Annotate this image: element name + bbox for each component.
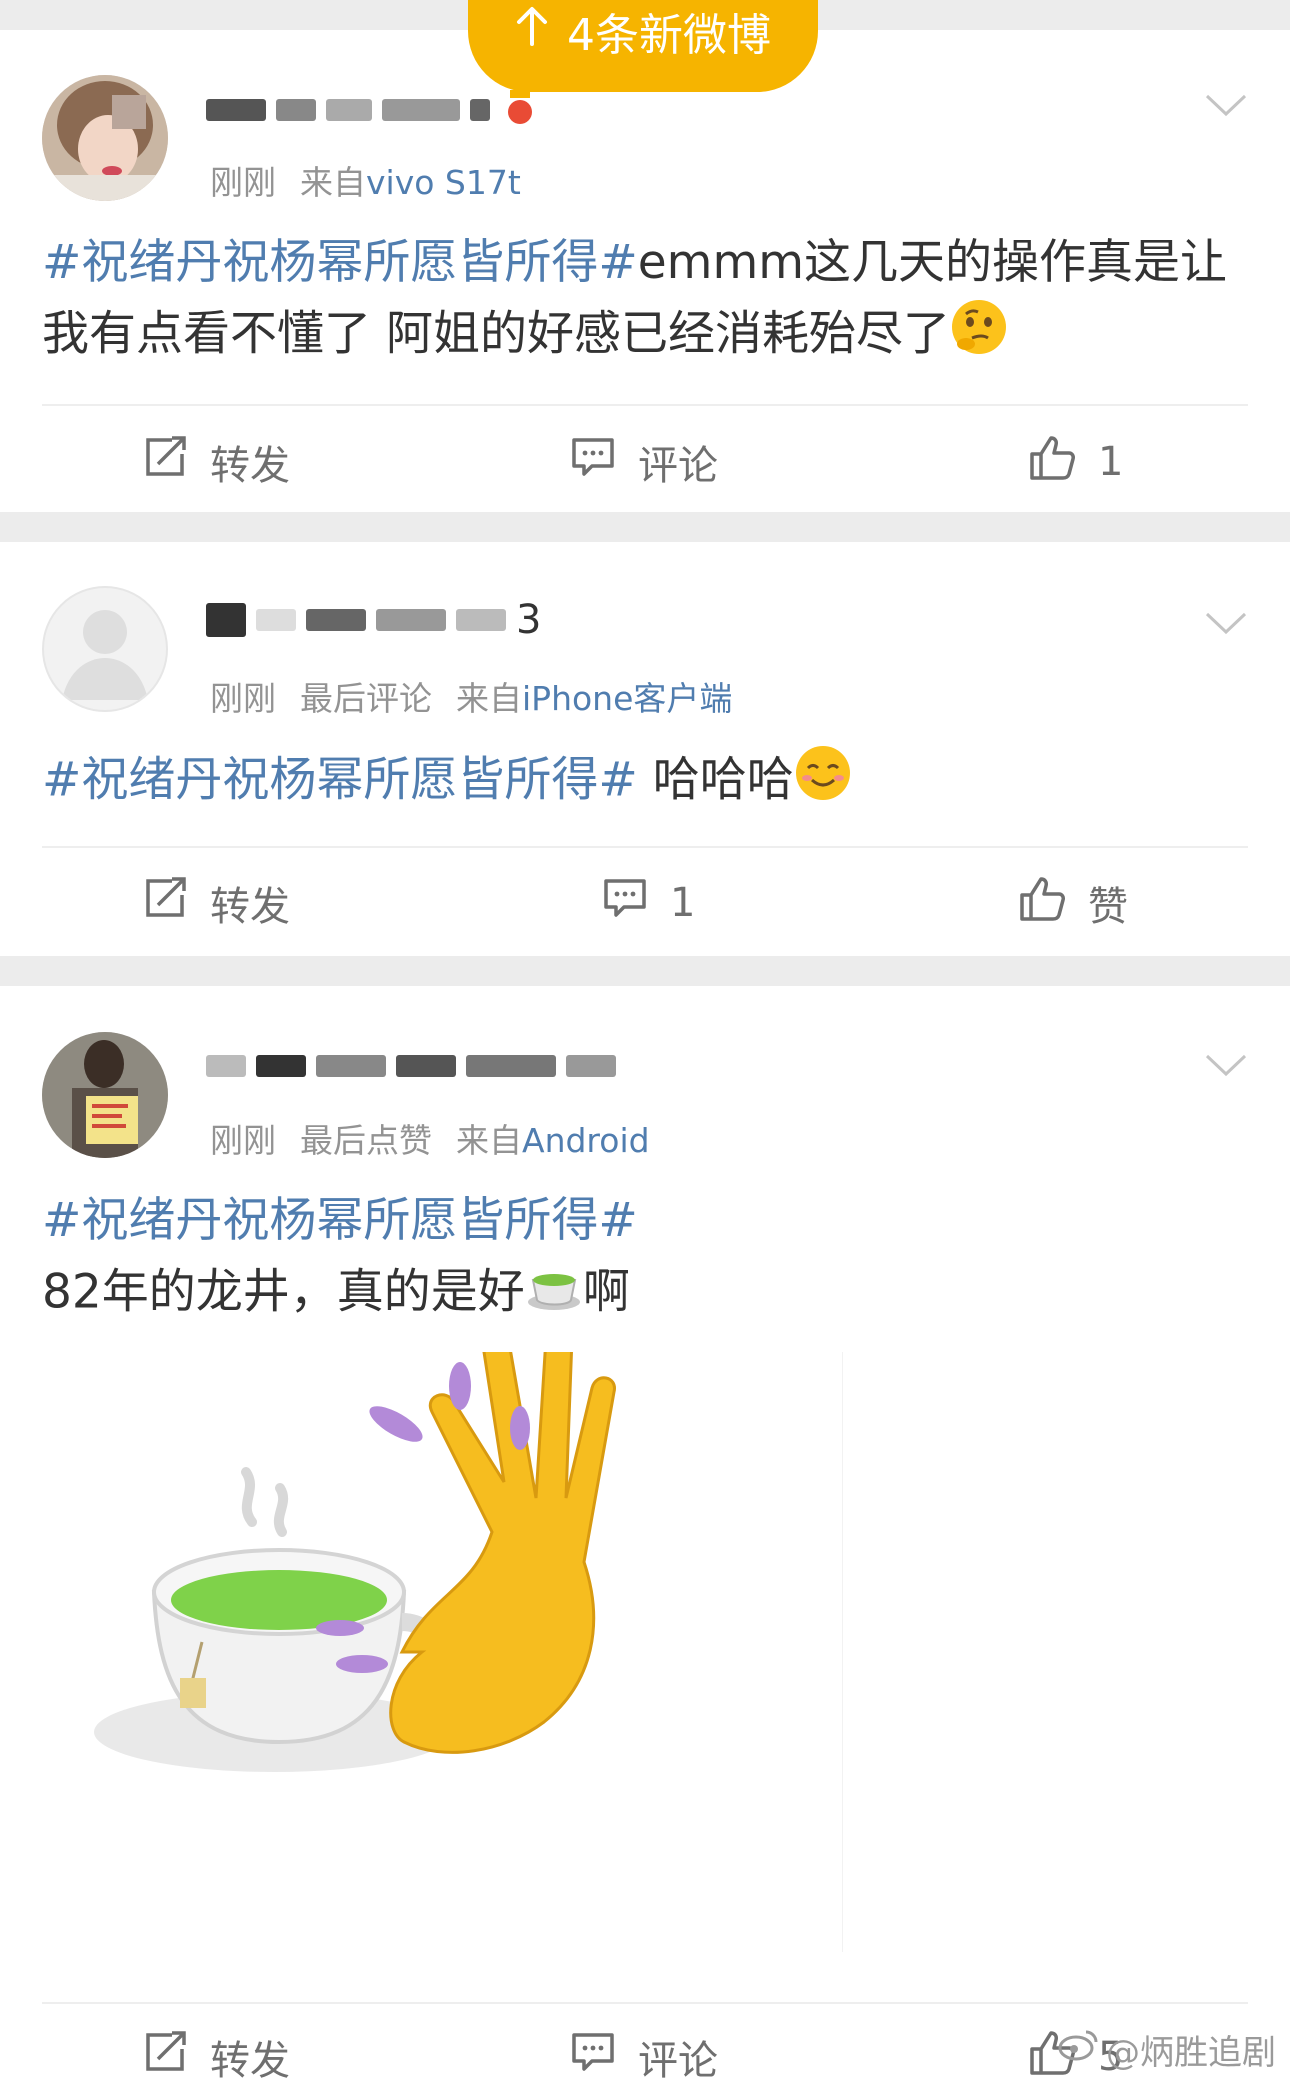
post-card: 刚刚 最后点赞 来自Android #祝绪丹祝杨幂所愿皆所得# 82年的龙井，真… — [0, 986, 1290, 2084]
repost-icon — [142, 436, 188, 488]
post-meta: 刚刚 最后评论 来自iPhone客户端 — [210, 672, 732, 720]
post-source[interactable]: iPhone客户端 — [522, 679, 732, 718]
repost-button[interactable]: 转发 — [142, 868, 290, 938]
post-source-prefix: 来自 — [456, 679, 522, 718]
repost-label: 转发 — [210, 884, 290, 930]
action-bar: 转发 评论 1 — [0, 427, 1290, 497]
new-posts-banner[interactable]: 4条新微博 — [468, 0, 818, 92]
repost-icon — [142, 2031, 188, 2083]
post-source-prefix: 来自 — [300, 163, 366, 202]
smiling-face-emoji-icon — [794, 744, 852, 822]
repost-label: 转发 — [210, 2038, 290, 2084]
action-bar: 转发 1 赞 — [0, 868, 1290, 938]
username-obscured[interactable] — [206, 90, 540, 130]
post-text: #祝绪丹祝杨幂所愿皆所得# 哈哈哈 — [42, 744, 1252, 822]
post-card: 3 刚刚 最后评论 来自iPhone客户端 #祝绪丹祝杨幂所愿皆所得# 哈哈哈 … — [0, 542, 1290, 956]
comment-label: 评论 — [638, 2038, 718, 2084]
comment-button[interactable]: 评论 — [570, 427, 718, 497]
comment-label: 评论 — [638, 443, 718, 489]
arrow-up-icon — [515, 6, 549, 57]
avatar[interactable] — [42, 1032, 168, 1158]
post-body-end: 啊 — [582, 1264, 630, 1320]
comment-icon — [570, 2031, 616, 2083]
topic-link[interactable]: #祝绪丹祝杨幂所愿皆所得# — [42, 753, 638, 808]
like-button[interactable]: 1 — [1028, 427, 1123, 497]
watermark-text: @炳胜追剧 — [1106, 2033, 1276, 2073]
divider — [42, 2002, 1248, 2004]
chevron-down-icon[interactable] — [1204, 610, 1248, 638]
post-time: 刚刚 — [210, 679, 276, 718]
post-time: 刚刚 — [210, 1121, 276, 1160]
post-activity: 最后评论 — [300, 679, 432, 718]
post-body: 82年的龙井，真的是好 — [42, 1264, 525, 1320]
post-source[interactable]: vivo S17t — [366, 163, 521, 202]
post-body: 哈哈哈 — [637, 752, 794, 808]
thumbs-up-icon — [1028, 434, 1076, 490]
comment-count: 1 — [670, 880, 696, 926]
post-text: #祝绪丹祝杨幂所愿皆所得#emmm这几天的操作真是让我有点看不懂了 阿姐的好感已… — [42, 228, 1252, 376]
like-count: 1 — [1098, 439, 1124, 485]
post-meta: 刚刚 最后点赞 来自Android — [210, 1114, 650, 1162]
like-label: 赞 — [1088, 884, 1128, 930]
new-posts-label: 4条新微博 — [567, 10, 771, 61]
thinking-face-emoji-icon — [950, 298, 1008, 376]
avatar[interactable] — [42, 75, 168, 201]
username-obscured[interactable]: 3 — [206, 597, 542, 643]
comment-button[interactable]: 1 — [602, 868, 695, 938]
chevron-down-icon[interactable] — [1204, 1052, 1248, 1080]
default-avatar-icon[interactable] — [42, 586, 168, 712]
post-separator — [0, 956, 1290, 986]
post-source[interactable]: Android — [522, 1121, 650, 1160]
chevron-down-icon[interactable] — [1204, 92, 1248, 120]
repost-button[interactable]: 转发 — [142, 427, 290, 497]
comment-icon — [570, 436, 616, 488]
post-text: #祝绪丹祝杨幂所愿皆所得# 82年的龙井，真的是好 啊 — [42, 1186, 1252, 1334]
post-image[interactable] — [42, 1323, 843, 1952]
thumbs-up-icon — [1018, 875, 1066, 931]
username-obscured[interactable] — [206, 1046, 616, 1086]
post-time: 刚刚 — [210, 163, 276, 202]
weibo-logo-icon — [1058, 2028, 1098, 2071]
repost-label: 转发 — [210, 443, 290, 489]
comment-icon — [602, 877, 648, 929]
post-separator — [0, 512, 1290, 542]
repost-icon — [142, 877, 188, 929]
vip-badge-icon — [500, 88, 540, 132]
divider — [42, 404, 1248, 406]
post-activity: 最后点赞 — [300, 1121, 432, 1160]
topic-link[interactable]: #祝绪丹祝杨幂所愿皆所得# — [42, 235, 638, 290]
post-source-prefix: 来自 — [456, 1121, 522, 1160]
like-button[interactable]: 赞 — [1018, 868, 1128, 938]
repost-button[interactable]: 转发 — [142, 2022, 290, 2092]
tea-hand-illustration — [94, 1323, 616, 1772]
divider — [42, 846, 1248, 848]
weibo-watermark: @炳胜追剧 — [1058, 2025, 1276, 2074]
username-visible-part: 3 — [516, 597, 542, 643]
post-meta: 刚刚 来自vivo S17t — [210, 156, 521, 204]
tea-cup-emoji-icon — [525, 1256, 583, 1334]
post-card: 刚刚 来自vivo S17t #祝绪丹祝杨幂所愿皆所得#emmm这几天的操作真是… — [0, 30, 1290, 512]
topic-link[interactable]: #祝绪丹祝杨幂所愿皆所得# — [42, 1193, 638, 1248]
comment-button[interactable]: 评论 — [570, 2022, 718, 2092]
